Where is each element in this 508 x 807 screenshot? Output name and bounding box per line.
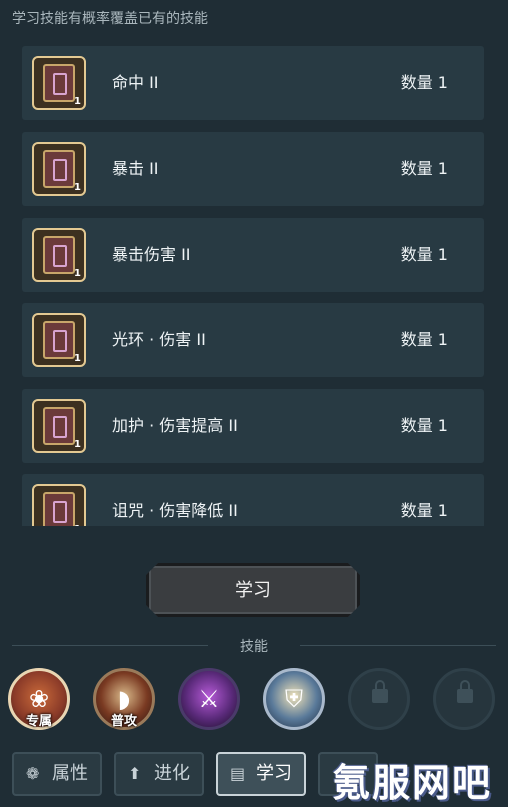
skill-book-quantity: 数量 1	[400, 73, 448, 92]
skill-book-icon: 1	[32, 399, 86, 453]
skill-book-icon: 1	[32, 484, 86, 526]
hint-text: 学习技能有概率覆盖已有的技能	[12, 11, 208, 27]
winged-shield-icon: ⛨	[285, 685, 303, 713]
skill-book-quantity: 数量 1	[400, 330, 448, 349]
basic-attack-icon: ◗	[117, 685, 131, 713]
skill-book-row[interactable]: 1 命中 II 数量 1	[22, 46, 484, 120]
locked-skill-slot[interactable]	[348, 668, 410, 730]
arrow-up-icon: ⬆	[128, 764, 142, 783]
skill-book-name: 加护 · 伤害提高 II	[112, 416, 238, 435]
skill-slot-4[interactable]: ⛨	[263, 668, 325, 730]
lock-icon	[457, 680, 473, 703]
book-count-badge: 1	[74, 353, 81, 364]
skill-book-icon: 1	[32, 313, 86, 367]
book-count-badge: 1	[74, 182, 81, 193]
book-count-badge: 1	[74, 524, 81, 526]
skill-book-quantity: 数量 1	[400, 245, 448, 264]
purple-sword-icon: ⚔	[198, 685, 220, 713]
learn-button[interactable]: 学习	[146, 563, 360, 617]
exclusive-skill-icon: ❀	[28, 685, 50, 713]
skill-book-quantity: 数量 1	[400, 416, 448, 435]
watermark-text: 氪服网吧	[332, 761, 493, 805]
paw-icon: ❁	[26, 764, 40, 783]
tab-label: 进化	[154, 763, 190, 784]
book-icon: ▤	[230, 764, 246, 783]
skill-book-name: 诅咒 · 伤害降低 II	[112, 501, 238, 520]
skill-book-name: 光环 · 伤害 II	[112, 330, 206, 349]
skill-book-row[interactable]: 1 光环 · 伤害 II 数量 1	[22, 303, 484, 377]
skill-book-icon: 1	[32, 56, 86, 110]
skill-book-quantity: 数量 1	[400, 501, 448, 520]
skill-book-icon: 1	[32, 228, 86, 282]
skills-section-title: 技能	[240, 639, 268, 655]
skill-book-row[interactable]: 1 诅咒 · 伤害降低 II 数量 1	[22, 474, 484, 526]
tab-label: 属性	[52, 763, 88, 784]
book-count-badge: 1	[74, 268, 81, 279]
skill-slot-label: 专属	[25, 714, 52, 729]
skill-book-row[interactable]: 1 暴击伤害 II 数量 1	[22, 218, 484, 292]
basic-attack-slot[interactable]: ◗ 普攻	[93, 668, 155, 730]
skill-book-name: 命中 II	[112, 73, 159, 92]
tab-learn[interactable]: ▤ 学习	[216, 752, 306, 796]
skill-slot-label: 普攻	[110, 714, 137, 729]
skill-book-icon: 1	[32, 142, 86, 196]
skill-book-list[interactable]: 1 命中 II 数量 1 1 暴击 II 数量 1 1 暴击伤害 II 数量 1…	[22, 46, 484, 526]
skill-book-quantity: 数量 1	[400, 159, 448, 178]
locked-skill-slot[interactable]	[433, 668, 495, 730]
book-count-badge: 1	[74, 96, 81, 107]
skill-book-name: 暴击伤害 II	[112, 245, 191, 264]
exclusive-skill-slot[interactable]: ❀ 专属	[8, 668, 70, 730]
book-count-badge: 1	[74, 439, 81, 450]
tab-attributes[interactable]: ❁ 属性	[12, 752, 102, 796]
skill-book-row[interactable]: 1 暴击 II 数量 1	[22, 132, 484, 206]
tab-label: 学习	[256, 763, 292, 784]
skill-book-row[interactable]: 1 加护 · 伤害提高 II 数量 1	[22, 389, 484, 463]
skill-slot-3[interactable]: ⚔	[178, 668, 240, 730]
tab-evolve[interactable]: ⬆ 进化	[114, 752, 204, 796]
skill-book-name: 暴击 II	[112, 159, 159, 178]
lock-icon	[372, 680, 388, 703]
